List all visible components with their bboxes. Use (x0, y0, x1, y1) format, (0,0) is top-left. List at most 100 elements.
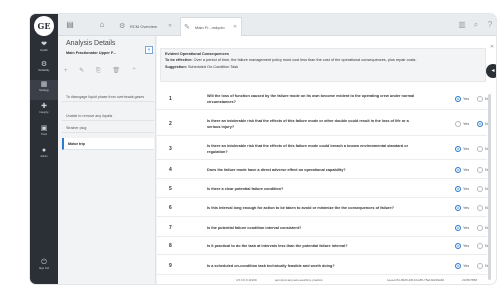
answer-yes-option[interactable]: Yes (455, 166, 473, 174)
banner-desc-text: Over a period of time, the failure manag… (193, 58, 417, 62)
panel-subtitle: Main Fractionator Upper F... (66, 51, 116, 55)
list-item[interactable]: To disengage liquid phase from overheads… (62, 94, 154, 102)
nav-item-strategy[interactable]: ▦ Strategy (30, 80, 58, 100)
home-icon[interactable]: ⌂ (94, 18, 110, 32)
tab-label: Main Fr...mdyolo (195, 25, 225, 30)
radio-yes[interactable] (455, 204, 461, 211)
nav-item-health[interactable]: ❤ Health (30, 40, 58, 60)
radio-no[interactable] (477, 145, 483, 152)
nav-item-signout[interactable]: ⏻ Sign Out (30, 258, 58, 278)
nav-item-admin[interactable]: ● Admin (30, 146, 58, 166)
radio-no[interactable] (477, 242, 483, 249)
tab-main-fractionator[interactable]: ✎ Main Fr...mdyolo ✕ (180, 17, 242, 36)
answer-no-option[interactable]: No (477, 95, 495, 103)
power-icon: ⏻ (41, 259, 47, 266)
health-icon: ❤ (41, 41, 47, 48)
question-number: 8 (169, 243, 172, 249)
radio-label: Yes (463, 226, 470, 230)
answer-no-option[interactable]: No (477, 242, 495, 250)
radio-yes[interactable] (455, 262, 461, 269)
question-text: Is it practical to do the task at interv… (207, 244, 348, 248)
answer-no-option[interactable]: No (477, 185, 495, 193)
radio-label: Yes (463, 168, 470, 172)
tab-rcm-overview[interactable]: ⚙ RCM Overview ✕ (116, 17, 178, 36)
close-icon[interactable]: ✕ (490, 44, 494, 50)
radio-yes[interactable] (455, 145, 461, 152)
close-tab-icon[interactable]: ✕ (233, 18, 237, 37)
list-item-selected[interactable]: Motor trip (62, 138, 154, 150)
radio-label: Yes (463, 206, 470, 210)
banner-title: Evident Operational Consequences (165, 52, 229, 56)
question-row: 9 Is a scheduled on-condition task techni… (157, 257, 490, 275)
radio-yes[interactable] (455, 185, 461, 192)
answer-no-option[interactable]: No (477, 145, 495, 153)
radio-no[interactable] (477, 185, 483, 192)
question-text: Is a scheduled on-condition task technic… (207, 264, 335, 268)
panel-toolbar[interactable]: + ✎ ⎘ 🗑 ⌃ (64, 67, 152, 79)
answer-no-option[interactable]: No (477, 204, 495, 212)
question-number: 4 (169, 167, 172, 173)
nav-item-label: Tools (40, 133, 48, 136)
radio-yes[interactable] (455, 224, 461, 231)
nav-item-label: Sign Out (38, 267, 50, 270)
question-row: 6 Is this interval long enough for action… (157, 199, 490, 217)
radio-yes[interactable] (455, 120, 461, 127)
help-icon[interactable]: ? (484, 18, 496, 32)
answer-yes-option[interactable]: Yes (455, 224, 473, 232)
search-icon[interactable]: ⌕ (470, 18, 482, 32)
close-tab-icon[interactable]: ✕ (168, 17, 172, 36)
question-number: 5 (169, 186, 172, 192)
question-row: 5 Is there a clear potential failure cond… (157, 180, 490, 198)
answer-no-option[interactable]: No (477, 224, 495, 232)
status-footer: 4.5.0.0.0.11939 apmprod.app.aws-euw02-p.… (157, 276, 496, 284)
question-number: 3 (169, 146, 172, 152)
radio-no[interactable] (477, 262, 483, 269)
nav-item-integrity[interactable]: ✚ Integrity (30, 102, 58, 122)
answer-no-option[interactable]: No (477, 120, 495, 128)
nav-item-tools[interactable]: ▣ Tools (30, 124, 58, 144)
question-number: 9 (169, 263, 172, 269)
grid-icon[interactable]: ▤ (62, 18, 78, 32)
answer-yes-option[interactable]: Yes (455, 120, 473, 128)
question-row: 2 Is there an intolerable risk that the e… (157, 112, 490, 136)
answer-yes-option[interactable]: Yes (455, 95, 473, 103)
tools-icon: ▣ (40, 125, 48, 132)
radio-no[interactable] (477, 166, 483, 173)
radio-yes[interactable] (455, 95, 461, 102)
radio-no[interactable] (477, 204, 483, 211)
answer-no-option[interactable]: No (477, 166, 495, 174)
footer-version: 4.5.0.0.0.11939 (236, 278, 257, 282)
question-row: 4 Does the failure mode have a direct adv… (157, 161, 490, 179)
footer-time: 212507858 (462, 278, 478, 282)
answer-yes-option[interactable]: Yes (455, 242, 473, 250)
reliability-icon: ⚙ (40, 61, 48, 68)
nav-item-label: Integrity (39, 111, 49, 114)
nav-item-reliability[interactable]: ⚙ Reliability (30, 60, 58, 80)
radio-no[interactable] (477, 95, 483, 102)
consequence-banner: Evident Operational Consequences To be e… (160, 48, 486, 82)
right-drawer-icon[interactable]: ◂ (486, 64, 496, 78)
app-window: GE ❤ Health ⚙ Reliability ▦ Strategy ✚ I… (30, 14, 496, 284)
answer-yes-option[interactable]: Yes (455, 262, 473, 270)
analysis-icon: ✎ (184, 24, 190, 31)
question-text: Is the potential failure condition inter… (207, 226, 302, 230)
scrollbar[interactable] (488, 94, 491, 280)
list-item[interactable]: Unable to remove any liquids (62, 113, 154, 121)
answer-yes-option[interactable]: Yes (455, 185, 473, 193)
radio-no[interactable] (477, 120, 483, 127)
radio-no[interactable] (477, 224, 483, 231)
radio-yes[interactable] (455, 242, 461, 249)
radio-yes[interactable] (455, 166, 461, 173)
collapse-icon[interactable]: « (145, 46, 153, 54)
answer-yes-option[interactable]: Yes (455, 145, 473, 153)
bookmark-icon[interactable]: ▥ (456, 18, 468, 32)
suggestion-value: Scheduled On-Condition Task (188, 64, 239, 69)
rcm-questions-panel: ✕ Evident Operational Consequences To be… (157, 36, 496, 284)
radio-label: Yes (463, 97, 470, 101)
answer-no-option[interactable]: No (477, 262, 495, 270)
nav-item-label: Health (40, 49, 48, 52)
analysis-details-panel: Analysis Details Main Fractionator Upper… (58, 36, 156, 284)
tab-label: RCM Overview (130, 24, 157, 29)
list-item[interactable]: Strainer plug (62, 125, 154, 133)
answer-yes-option[interactable]: Yes (455, 204, 473, 212)
